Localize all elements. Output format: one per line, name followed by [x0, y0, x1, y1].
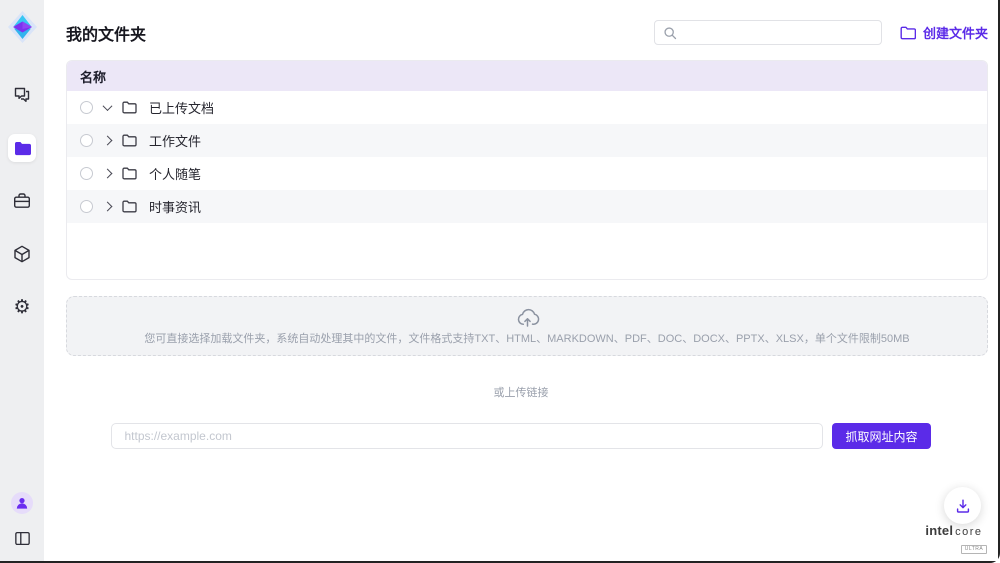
upload-hint: 您可直接选择加载文件夹，系统自动处理其中的文件，文件格式支持TXT、HTML、M… [144, 330, 909, 346]
row-checkbox[interactable] [80, 167, 93, 180]
download-fab[interactable] [944, 487, 981, 524]
folder-plus-icon [900, 26, 916, 40]
folder-icon [122, 101, 137, 114]
core-wordmark: core [955, 527, 982, 538]
create-folder-label: 创建文件夹 [923, 23, 988, 42]
row-checkbox[interactable] [80, 101, 93, 114]
account-button[interactable] [11, 492, 33, 514]
cloud-upload-icon [515, 307, 540, 328]
sidebar-item-settings[interactable]: ⚙ [8, 293, 36, 321]
main-area: 我的文件夹 创建文件夹 [44, 0, 998, 561]
sidebar-item-models[interactable] [8, 240, 36, 268]
ultra-badge: ultra [961, 545, 988, 554]
search-icon [663, 26, 677, 40]
chevron-icon[interactable] [103, 136, 113, 146]
name-column-header: 名称 [80, 67, 106, 86]
folder-icon [14, 141, 31, 156]
sidebar-item-chat[interactable] [8, 81, 36, 109]
folder-table-body: 已上传文档 工作文件 个人随笔 时事资讯 [67, 91, 987, 223]
create-folder-button[interactable]: 创建文件夹 [900, 23, 988, 42]
layout-panel-icon [13, 529, 32, 548]
collapse-sidebar-button[interactable] [11, 527, 33, 549]
intel-wordmark: intel [925, 524, 953, 537]
folder-name: 已上传文档 [149, 98, 214, 117]
folder-icon [122, 200, 137, 213]
chevron-icon[interactable] [103, 101, 113, 111]
folder-icon [122, 167, 137, 180]
download-icon [954, 497, 972, 515]
chevron-icon[interactable] [103, 202, 113, 212]
or-upload-link-label: 或上传链接 [44, 384, 998, 400]
cube-icon [12, 244, 32, 264]
folder-name: 工作文件 [149, 131, 201, 150]
folder-row[interactable]: 已上传文档 [67, 91, 987, 124]
folder-name: 时事资讯 [149, 197, 201, 216]
row-checkbox[interactable] [80, 200, 93, 213]
url-upload-row: 抓取网址内容 [44, 423, 998, 449]
sidebar-item-folders[interactable] [8, 134, 36, 162]
avatar-icon [15, 496, 29, 510]
gear-icon: ⚙ [13, 298, 30, 317]
sidebar-nav: ⚙ [8, 81, 36, 321]
folder-row[interactable]: 工作文件 [67, 124, 987, 157]
folder-name: 个人随笔 [149, 164, 201, 183]
page-title: 我的文件夹 [66, 21, 146, 45]
intel-core-logo: intel core ultra [919, 524, 989, 554]
search-box[interactable] [654, 20, 882, 45]
sidebar: ⚙ [0, 0, 44, 561]
chevron-icon[interactable] [103, 169, 113, 179]
url-input[interactable] [111, 423, 823, 449]
briefcase-icon [12, 191, 32, 211]
sidebar-item-workspace[interactable] [8, 187, 36, 215]
folder-icon [122, 134, 137, 147]
folder-row[interactable]: 时事资讯 [67, 190, 987, 223]
row-checkbox[interactable] [80, 134, 93, 147]
topbar: 我的文件夹 创建文件夹 [66, 20, 988, 45]
table-header: 名称 [67, 61, 987, 91]
search-input[interactable] [683, 26, 873, 40]
folder-table: 名称 已上传文档 工作文件 个人随笔 [66, 60, 988, 280]
app-window: ⚙ [0, 0, 1000, 563]
folder-row[interactable]: 个人随笔 [67, 157, 987, 190]
chat-bubbles-icon [12, 85, 32, 105]
sidebar-bottom [11, 492, 33, 549]
app-logo[interactable] [7, 10, 38, 44]
upload-dropzone[interactable]: 您可直接选择加载文件夹，系统自动处理其中的文件，文件格式支持TXT、HTML、M… [66, 296, 988, 356]
fetch-url-button[interactable]: 抓取网址内容 [832, 423, 930, 449]
